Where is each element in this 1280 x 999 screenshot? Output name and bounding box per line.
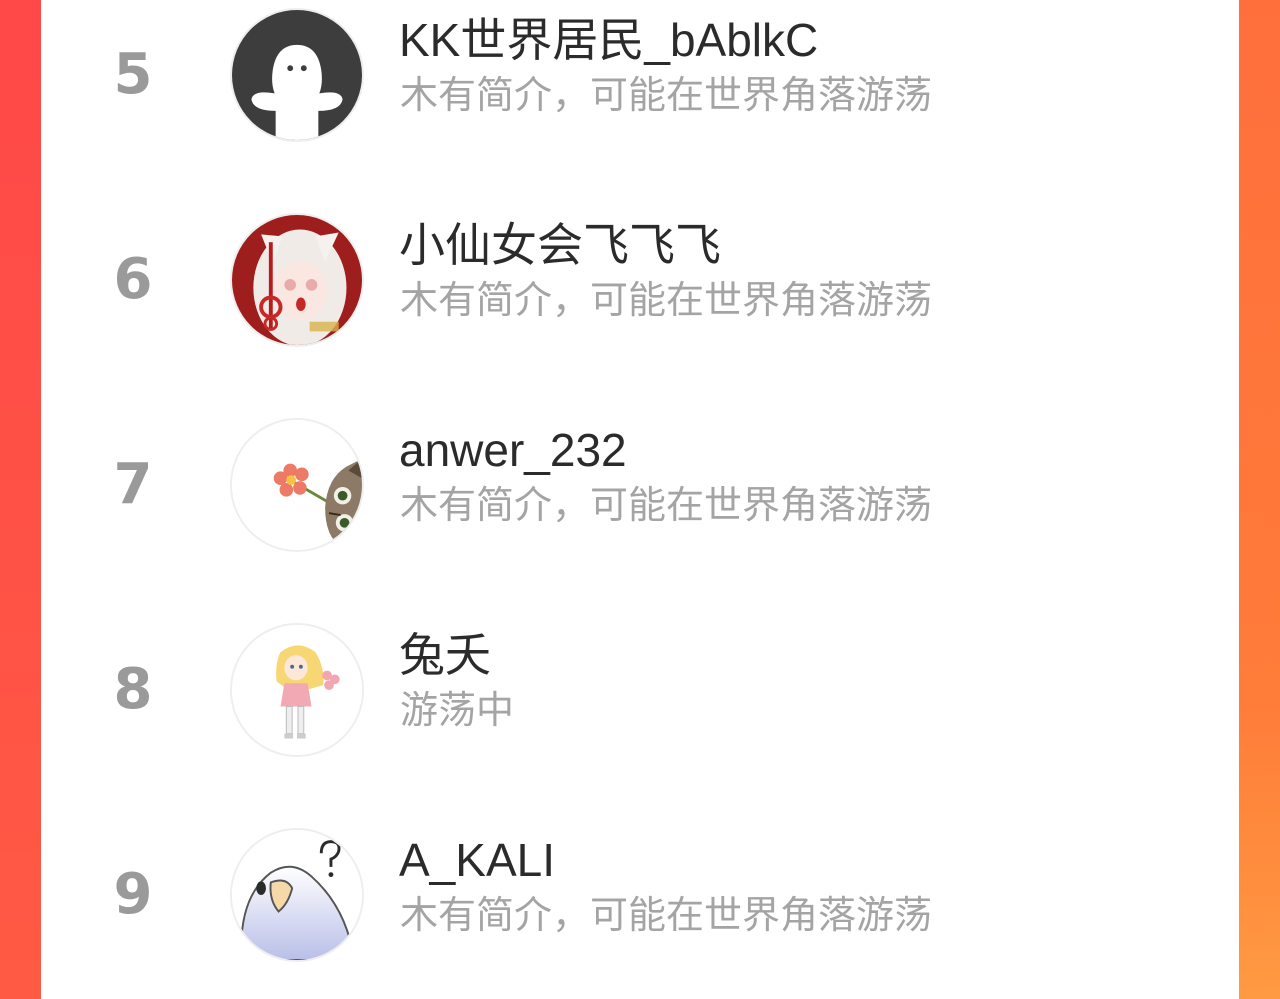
rank-number: 9 [113, 862, 153, 927]
anime-girl-avatar-icon[interactable] [230, 213, 364, 347]
rank-list-item[interactable]: 9 A_KALI 木有简介，可能在世界角落游荡 [41, 820, 1239, 980]
user-bio: 木有简介，可能在世界角落游荡 [400, 485, 933, 527]
user-bio: 木有简介，可能在世界角落游荡 [400, 75, 933, 117]
user-bio: 木有简介，可能在世界角落游荡 [400, 280, 933, 322]
user-bio: 游荡中 [400, 690, 515, 732]
cat-flower-avatar-icon[interactable] [230, 418, 364, 552]
rank-number: 5 [113, 42, 153, 107]
girl-illustration-avatar-icon[interactable] [230, 623, 364, 757]
rank-number: 8 [113, 657, 153, 722]
rank-number: 6 [113, 247, 153, 312]
user-name: 兔夭 [399, 629, 491, 681]
rank-number: 7 [113, 452, 153, 517]
rank-list-item[interactable]: 6 小仙女会飞飞飞 木有简介，可能在世界角落游荡 [41, 205, 1239, 365]
user-bio: 木有简介，可能在世界角落游荡 [400, 895, 933, 937]
rank-list-item[interactable]: 7 anwer_232 木有简介，可能在世界角落游荡 [41, 410, 1239, 570]
background-right-edge [1239, 0, 1280, 999]
user-name: A_KALI [399, 834, 555, 886]
ranking-list-panel: 5 KK世界居民_bAblkC 木有简介，可能在世界角落游荡 6 小仙女会飞飞飞… [41, 0, 1239, 999]
user-name: anwer_232 [399, 424, 627, 476]
user-name: KK世界居民_bAblkC [399, 14, 819, 66]
bird-avatar-icon[interactable] [230, 828, 364, 962]
ghost-avatar-icon[interactable] [230, 8, 364, 142]
rank-list-item[interactable]: 5 KK世界居民_bAblkC 木有简介，可能在世界角落游荡 [41, 0, 1239, 160]
user-name: 小仙女会飞飞飞 [399, 219, 721, 271]
rank-list-item[interactable]: 8 兔夭 游荡中 [41, 615, 1239, 775]
background-left-edge [0, 0, 41, 999]
